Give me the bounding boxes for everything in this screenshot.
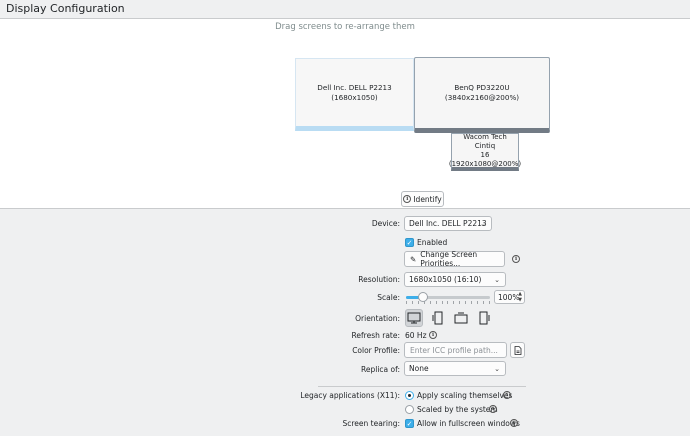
monitor-icon <box>407 312 421 324</box>
device-value: Dell Inc. DELL P2213 <box>409 219 487 228</box>
scale-label: Scale: <box>377 293 400 302</box>
screen-tearing-label: Screen tearing: <box>342 419 400 428</box>
info-icon[interactable]: i <box>429 331 437 339</box>
enabled-label: Enabled <box>417 238 448 247</box>
browse-profile-button[interactable] <box>510 342 525 358</box>
chevron-down-icon: ⌄ <box>480 220 486 228</box>
info-icon[interactable]: i <box>510 419 518 427</box>
screen-dell-p2213[interactable]: Dell Inc. DELL P2213 (1680x1050) <box>295 58 414 131</box>
scaled-by-system-label: Scaled by the system <box>417 405 498 414</box>
replica-value: None <box>409 364 429 373</box>
info-icon: i <box>403 195 412 203</box>
orientation-portrait-flipped-button[interactable] <box>475 309 493 327</box>
orientation-portrait-button[interactable] <box>429 309 447 327</box>
info-icon[interactable]: i <box>512 255 520 263</box>
device-label: Device: <box>371 219 400 228</box>
scale-slider-ticks <box>406 301 490 304</box>
resolution-combobox[interactable]: 1680x1050 (16:10) ⌄ <box>404 272 506 287</box>
legacy-applications-label: Legacy applications (X11): <box>300 391 400 400</box>
apply-scaling-radio[interactable] <box>405 391 414 400</box>
info-icon[interactable]: i <box>489 405 497 413</box>
identify-button[interactable]: i Identify <box>401 191 444 207</box>
replica-of-label: Replica of: <box>360 365 400 374</box>
portrait-icon <box>432 311 443 325</box>
screen-arrangement-area[interactable]: Drag screens to re-arrange them Dell Inc… <box>0 19 690 209</box>
window-title: Display Configuration <box>6 2 125 15</box>
screen-name-line2: 16 <box>480 150 490 159</box>
scaled-by-system-radio[interactable] <box>405 405 414 414</box>
file-open-icon <box>514 345 521 355</box>
screen-name-line1: Wacom Tech Cintiq <box>463 132 507 150</box>
orientation-landscape-button[interactable] <box>405 309 423 327</box>
screen-name: BenQ PD3220U <box>454 83 510 92</box>
resolution-label: Resolution: <box>358 275 400 284</box>
identify-label: Identify <box>413 194 442 204</box>
resolution-value: 1680x1050 (16:10) <box>409 275 482 284</box>
color-profile-label: Color Profile: <box>352 346 400 355</box>
enabled-checkbox[interactable]: ✓ <box>405 238 414 247</box>
device-combobox[interactable]: Dell Inc. DELL P2213 ⌄ <box>404 216 492 231</box>
portrait-flipped-icon <box>479 311 490 325</box>
change-screen-priorities-button[interactable]: ✎ Change Screen Priorities... <box>404 250 505 268</box>
color-profile-input[interactable]: Enter ICC profile path... <box>404 342 507 358</box>
scale-value: 100% <box>498 292 520 302</box>
refresh-rate-value: 60 Hz <box>405 331 427 340</box>
screen-mode: (3840x2160@200%) <box>444 93 520 102</box>
change-priorities-label: Change Screen Priorities... <box>420 250 478 268</box>
title-bar: Display Configuration <box>0 0 690 19</box>
pencil-icon: ✎ <box>410 254 417 264</box>
chevron-down-icon: ⌄ <box>494 365 500 373</box>
orientation-flipped-button[interactable] <box>452 309 470 327</box>
replica-of-combobox[interactable]: None ⌄ <box>404 361 506 376</box>
screen-benq-pd3220u[interactable]: BenQ PD3220U (3840x2160@200%) <box>414 57 550 133</box>
scale-slider-handle[interactable] <box>417 292 428 302</box>
landscape-flipped-icon <box>454 312 468 324</box>
color-profile-placeholder: Enter ICC profile path... <box>410 345 498 355</box>
spin-arrows-icon[interactable]: ▲ ▼ <box>518 291 522 303</box>
chevron-down-icon: ⌄ <box>494 276 500 284</box>
allow-tearing-label: Allow in fullscreen windows <box>417 419 520 428</box>
arrangement-hint: Drag screens to re-arrange them <box>275 22 415 32</box>
scale-spinbox[interactable]: 100% ▲ ▼ <box>494 290 525 304</box>
screen-name: Dell Inc. DELL P2213 <box>317 82 392 92</box>
screen-mode: (1680x1050) <box>331 92 378 102</box>
apply-scaling-label: Apply scaling themselves <box>417 391 513 400</box>
section-divider <box>318 386 526 387</box>
screen-wacom-cintiq[interactable]: Wacom Tech Cintiq 16 (1920x1080@200%) <box>448 132 522 171</box>
info-icon[interactable]: i <box>503 391 511 399</box>
screen-mode: (1920x1080@200%) <box>448 159 522 168</box>
refresh-rate-label: Refresh rate: <box>351 331 400 340</box>
allow-tearing-checkbox[interactable]: ✓ <box>405 419 414 428</box>
orientation-label: Orientation: <box>355 314 400 323</box>
